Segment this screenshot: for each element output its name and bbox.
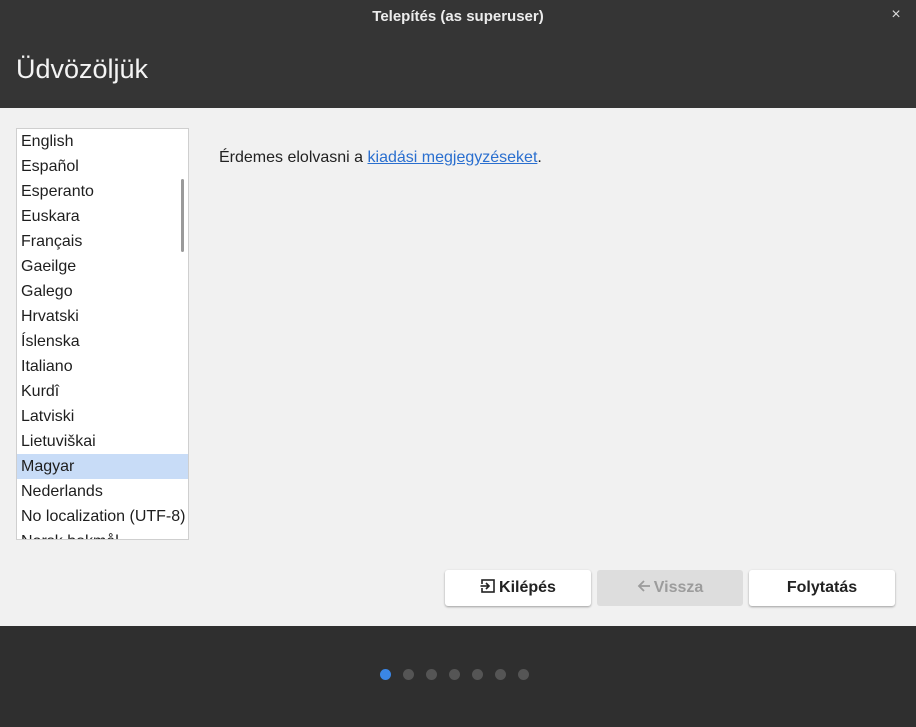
installer-window: Telepítés (as superuser) × Üdvözöljük En…	[0, 0, 916, 727]
language-list[interactable]: English Español Esperanto Euskara Français Ga…	[16, 128, 189, 540]
language-item[interactable]: Nederlands	[17, 479, 188, 504]
arrow-left-icon	[637, 579, 651, 598]
language-item[interactable]: Norsk bokmål	[17, 529, 188, 539]
step-dot	[449, 669, 460, 680]
logout-icon	[480, 578, 496, 599]
release-notes-suffix: .	[537, 149, 542, 166]
release-notes-link[interactable]: kiadási megjegyzéseket	[368, 149, 538, 166]
language-item[interactable]: Français	[17, 229, 188, 254]
step-dot	[403, 669, 414, 680]
language-item[interactable]: Euskara	[17, 204, 188, 229]
language-item[interactable]: Galego	[17, 279, 188, 304]
step-dot	[380, 669, 391, 680]
language-item[interactable]: Gaeilge	[17, 254, 188, 279]
language-item[interactable]: Italiano	[17, 354, 188, 379]
release-notes-prefix: Érdemes elolvasni a	[219, 149, 368, 166]
quit-button-label: Kilépés	[499, 579, 556, 596]
language-item[interactable]: Esperanto	[17, 179, 188, 204]
language-item[interactable]: Lietuviškai	[17, 429, 188, 454]
language-item[interactable]: English	[17, 129, 188, 154]
language-item[interactable]: Íslenska	[17, 329, 188, 354]
language-item[interactable]: Magyar	[17, 454, 188, 479]
back-button[interactable]: Vissza	[597, 570, 743, 606]
page-header: Üdvözöljük	[0, 34, 916, 108]
step-dot	[472, 669, 483, 680]
language-item[interactable]: Hrvatski	[17, 304, 188, 329]
back-button-label: Vissza	[653, 579, 704, 596]
step-dot	[426, 669, 437, 680]
step-dot	[495, 669, 506, 680]
page-title: Üdvözöljük	[16, 54, 149, 84]
release-notes-text: Érdemes elolvasni a kiadási megjegyzések…	[219, 149, 542, 167]
title-bar[interactable]: Telepítés (as superuser) ×	[0, 0, 916, 34]
main-content: English Español Esperanto Euskara Français Ga…	[0, 108, 916, 626]
language-item[interactable]: Latviski	[17, 404, 188, 429]
window-title: Telepítés (as superuser)	[372, 8, 544, 25]
language-list-scrollbar[interactable]	[181, 179, 184, 252]
step-dot	[518, 669, 529, 680]
continue-button[interactable]: Folytatás	[749, 570, 895, 606]
continue-button-label: Folytatás	[786, 579, 858, 596]
close-icon[interactable]: ×	[888, 6, 904, 26]
language-item[interactable]: No localization (UTF-8)	[17, 504, 188, 529]
quit-button[interactable]: Kilépés	[445, 570, 591, 606]
language-item[interactable]: Kurdî	[17, 379, 188, 404]
language-item[interactable]: Español	[17, 154, 188, 179]
footer	[0, 626, 916, 727]
